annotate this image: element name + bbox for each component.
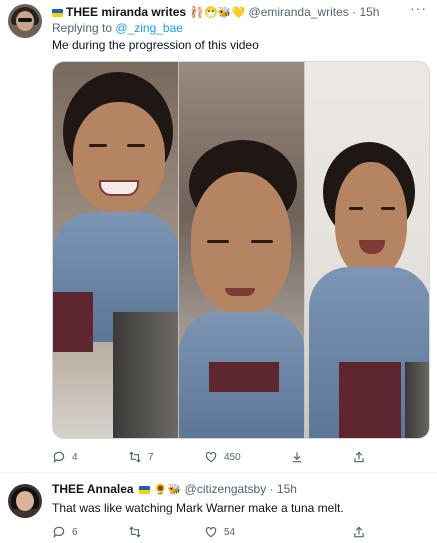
share-button[interactable] (352, 450, 366, 464)
like-button[interactable]: 54 (204, 525, 235, 539)
replying-to-link[interactable]: @_zing_bae (115, 21, 183, 35)
reply-icon (53, 451, 65, 464)
retweet-icon (129, 451, 141, 463)
share-icon (354, 526, 364, 538)
more-options-button[interactable]: ··· (410, 0, 427, 16)
tweet-text: Me during the progression of this video (52, 38, 259, 52)
ukraine-flag-icon (138, 486, 150, 494)
author-emojis: 🩰😷🐝💛 (190, 7, 246, 19)
tweet-media-image[interactable] (52, 61, 430, 439)
like-icon (205, 452, 217, 463)
avatar-face (16, 491, 34, 511)
like-count: 54 (224, 526, 236, 538)
avatar[interactable] (8, 4, 42, 38)
tweet-annalea[interactable]: THEE Annalea 🌻🐝 @citizengatsby · 15h Tha… (0, 472, 437, 541)
separator: · (269, 482, 274, 496)
author-name[interactable]: THEE miranda writes (66, 5, 186, 19)
tweet-miranda[interactable]: THEE miranda writes 🩰😷🐝💛 @emiranda_write… (0, 0, 437, 472)
replying-to-label: Replying to (52, 21, 113, 35)
reply-count: 4 (72, 451, 78, 463)
like-icon (205, 527, 217, 538)
author-handle[interactable]: @emiranda_writes (249, 5, 349, 19)
tweet-actions: 6 54 (52, 525, 422, 543)
reply-button[interactable]: 6 (52, 525, 78, 539)
tweet-actions: 4 7 450 (52, 450, 422, 468)
download-icon (292, 452, 302, 463)
download-button[interactable] (290, 450, 304, 464)
avatar-glasses (18, 18, 32, 22)
timestamp[interactable]: 15h (277, 482, 297, 496)
reply-count: 6 (72, 526, 78, 538)
reply-button[interactable]: 4 (52, 450, 78, 464)
separator: · (352, 5, 357, 19)
share-button[interactable] (352, 525, 366, 539)
retweet-button[interactable]: 7 (128, 450, 154, 464)
author-emojis: 🌻🐝 (153, 484, 182, 496)
ukraine-flag-icon (52, 9, 63, 17)
author-handle[interactable]: @citizengatsby (185, 482, 267, 496)
timestamp[interactable]: 15h (359, 5, 379, 19)
author-name[interactable]: THEE Annalea (52, 482, 134, 496)
tweet-header: THEE Annalea 🌻🐝 @citizengatsby · 15h (52, 481, 297, 498)
tweet-header: THEE miranda writes 🩰😷🐝💛 @emiranda_write… (52, 4, 379, 21)
retweet-count: 7 (148, 451, 154, 463)
media-frame-2 (179, 62, 305, 438)
retweet-button[interactable] (128, 525, 148, 539)
tweet-text: That was like watching Mark Warner make … (52, 501, 344, 515)
media-frame-1 (53, 62, 179, 438)
share-icon (354, 451, 364, 463)
like-count: 450 (224, 451, 241, 463)
avatar[interactable] (8, 484, 42, 518)
media-frame-3 (305, 62, 429, 438)
like-button[interactable]: 450 (204, 450, 241, 464)
reply-icon (53, 526, 65, 539)
replying-to: Replying to @_zing_bae (52, 21, 183, 35)
retweet-icon (129, 526, 141, 538)
